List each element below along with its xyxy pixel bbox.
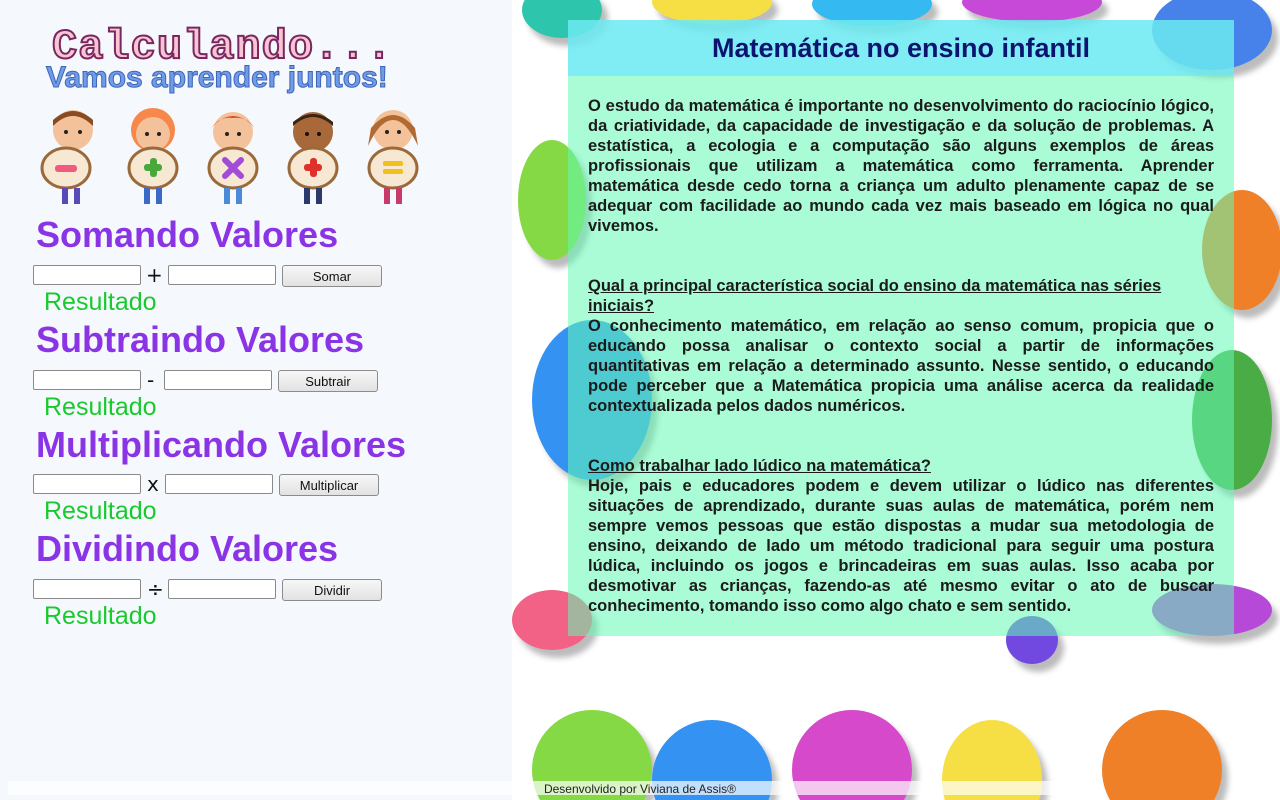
kid-times-icon — [207, 112, 259, 204]
subtract-button[interactable]: Subtrair — [278, 370, 378, 392]
article-intro: O estudo da matemática é importante no d… — [588, 97, 1214, 235]
subtract-result: Resultado — [44, 393, 157, 421]
footer-credit: Desenvolvido por Viviana de Assis® — [543, 782, 737, 796]
subtract-section-title: Subtraindo Valores — [36, 319, 365, 360]
logo-subtitle: Vamos aprender juntos! — [46, 61, 389, 95]
divide-result: Resultado — [44, 602, 157, 630]
article-header: Matemática no ensino infantil — [568, 20, 1234, 76]
subtract-first-input[interactable] — [33, 370, 141, 390]
divide-first-input[interactable] — [33, 579, 141, 599]
add-second-input[interactable] — [168, 265, 276, 285]
calculator-panel: Calculando... Vamos aprender juntos! Som… — [0, 0, 512, 800]
kid-divide-icon — [367, 110, 419, 204]
add-button[interactable]: Somar — [282, 265, 382, 287]
multiply-result: Resultado — [44, 497, 157, 525]
question-social: Qual a principal característica social d… — [588, 277, 1162, 315]
divide-second-input[interactable] — [168, 579, 276, 599]
subtract-second-input[interactable] — [164, 370, 272, 390]
answer-ludic: Hoje, pais e educadores podem e devem ut… — [588, 477, 1214, 615]
kids-illustration — [36, 106, 432, 206]
divide-operator: ÷ — [147, 577, 164, 601]
add-result: Resultado — [44, 288, 157, 316]
article-panel: Matemática no ensino infantil O estudo d… — [568, 20, 1234, 636]
multiply-first-input[interactable] — [33, 474, 141, 494]
answer-social: O conhecimento matemático, em relação ao… — [588, 317, 1214, 415]
multiply-section-title: Multiplicando Valores — [36, 424, 407, 465]
multiply-second-input[interactable] — [165, 474, 273, 494]
question-ludic: Como trabalhar lado lúdico na matemática… — [588, 457, 931, 475]
add-operator: + — [146, 263, 163, 287]
multiply-operator: x — [147, 472, 159, 496]
article-title: Matemática no ensino infantil — [711, 33, 1091, 63]
multiply-button[interactable]: Multiplicar — [279, 474, 379, 496]
subtract-operator: - — [147, 368, 155, 392]
kid-plus-icon — [127, 108, 179, 204]
divide-section-title: Dividindo Valores — [36, 528, 339, 569]
add-section-title: Somando Valores — [36, 214, 339, 255]
add-first-input[interactable] — [33, 265, 141, 285]
kid-minus-icon — [40, 110, 93, 204]
divide-button[interactable]: Dividir — [282, 579, 382, 601]
kid-plus-icon-2 — [287, 112, 339, 204]
